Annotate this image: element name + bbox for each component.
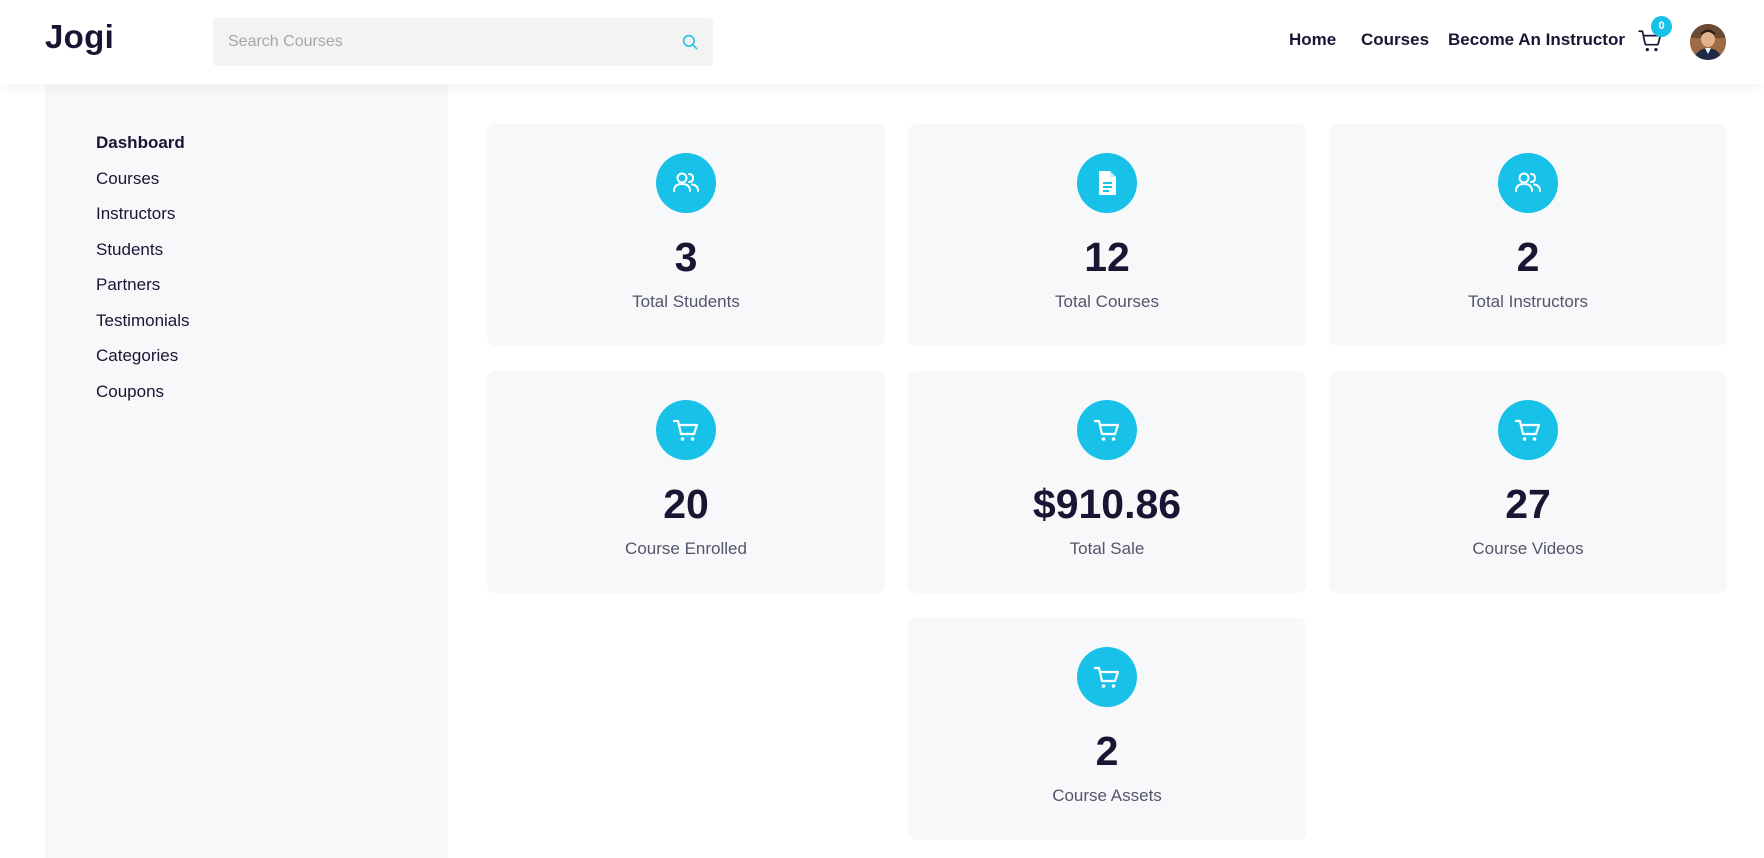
stat-card-course-enrolled: 20 Course Enrolled — [487, 371, 885, 593]
sidebar-item-categories[interactable]: Categories — [96, 346, 178, 366]
sidebar-item-courses[interactable]: Courses — [96, 169, 159, 189]
stat-value: 12 — [1084, 234, 1130, 280]
logo[interactable]: Jogi — [45, 18, 114, 56]
stat-label: Total Sale — [1069, 539, 1145, 558]
cart-count-badge: 0 — [1651, 16, 1672, 37]
stat-label: Course Enrolled — [625, 539, 747, 558]
sidebar-item-coupons[interactable]: Coupons — [96, 382, 164, 402]
stat-card-total-sale: $910.86 Total Sale — [908, 371, 1306, 593]
cart-icon — [1093, 419, 1120, 441]
stat-label: Course Videos — [1472, 539, 1584, 558]
stat-card-course-videos: 27 Course Videos — [1329, 371, 1727, 593]
stat-card-total-instructors: 2 Total Instructors — [1329, 124, 1727, 346]
stat-label: Total Courses — [1055, 292, 1159, 311]
sidebar-item-testimonials[interactable]: Testimonials — [96, 311, 190, 331]
nav-home[interactable]: Home — [1289, 30, 1336, 54]
cart-icon — [1093, 666, 1120, 688]
stat-card-course-assets: 2 Course Assets — [908, 618, 1306, 840]
sidebar: Dashboard Courses Instructors Students P… — [45, 84, 448, 858]
nav-become-instructor[interactable]: Become An Instructor — [1448, 30, 1625, 54]
stat-value: 2 — [1095, 728, 1119, 774]
stat-value: 3 — [674, 234, 698, 280]
avatar[interactable] — [1690, 24, 1726, 60]
stat-card-total-courses: 12 Total Courses — [908, 124, 1306, 346]
stat-value: 20 — [663, 481, 709, 527]
users-icon — [1515, 172, 1541, 192]
stat-label: Course Assets — [1052, 786, 1162, 805]
sidebar-item-partners[interactable]: Partners — [96, 275, 160, 295]
search-input[interactable] — [213, 18, 653, 66]
stat-label: Total Instructors — [1468, 292, 1588, 311]
stat-value: $910.86 — [1032, 481, 1182, 527]
sidebar-item-dashboard[interactable]: Dashboard — [96, 133, 185, 153]
stat-card-total-students: 3 Total Students — [487, 124, 885, 346]
cart-icon — [672, 419, 699, 441]
search-icon[interactable] — [681, 33, 699, 51]
top-header: Jogi Home Courses Become An Instructor 0 — [0, 0, 1764, 84]
stat-value: 2 — [1516, 234, 1540, 280]
document-icon — [1099, 171, 1116, 195]
nav-courses[interactable]: Courses — [1361, 30, 1429, 54]
sidebar-item-students[interactable]: Students — [96, 240, 163, 260]
users-icon — [673, 172, 699, 192]
cart-icon — [1514, 419, 1541, 441]
sidebar-item-instructors[interactable]: Instructors — [96, 204, 175, 224]
stat-label: Total Students — [632, 292, 740, 311]
search-bar — [213, 18, 713, 66]
stat-value: 27 — [1505, 481, 1551, 527]
